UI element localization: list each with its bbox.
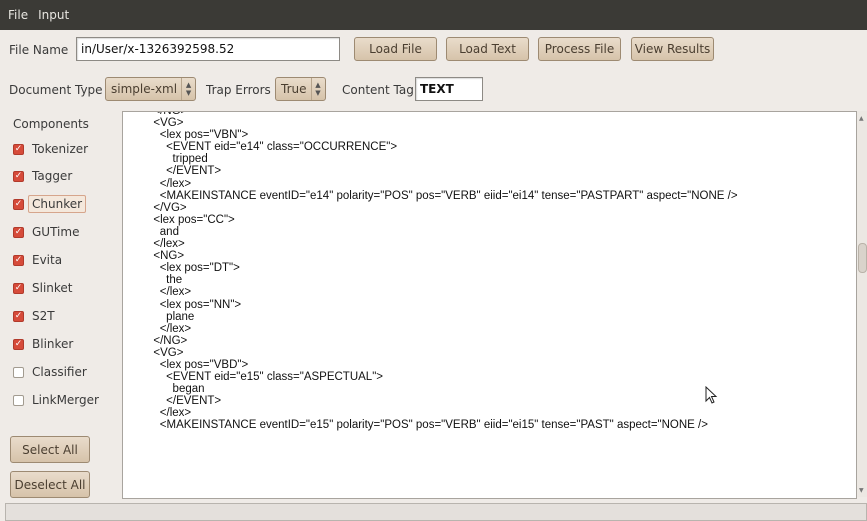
content-tag-value: TEXT [420,82,454,96]
document-type-value: simple-xml [111,82,178,96]
spin-arrows-icon[interactable]: ▲ ▼ [181,78,195,100]
vertical-scrollbar[interactable]: ▲ ▼ [857,111,867,497]
component-tokenizer[interactable]: ✓ Tokenizer [13,139,88,159]
component-label: Chunker [28,195,87,213]
output-text: </NG> <VG> <lex pos="VBN"> <EVENT eid="e… [123,112,856,432]
file-name-input[interactable]: in/User/x-1326392598.52 [76,37,340,61]
component-label: GUTime [32,225,80,239]
load-text-button[interactable]: Load Text [446,37,529,61]
component-label: Slinket [32,281,73,295]
component-label: LinkMerger [32,393,99,407]
scrollbar-thumb[interactable] [858,243,867,273]
checkbox-checked-icon[interactable]: ✓ [13,254,24,266]
output-line: </lex> [147,177,192,190]
trap-errors-label: Trap Errors [206,83,271,97]
file-name-value: in/User/x-1326392598.52 [81,42,235,56]
output-line: <lex pos="VBN"> [147,129,249,142]
output-line: <lex pos="CC"> [147,213,235,226]
content-tag-input[interactable]: TEXT [415,77,483,101]
output-line: <NG> [147,250,185,263]
load-file-button[interactable]: Load File [354,37,437,61]
spin-arrows-icon[interactable]: ▲ ▼ [310,78,325,100]
output-line: <VG> [147,346,184,359]
output-line: and [147,225,179,238]
status-bar [5,503,867,521]
menu-file[interactable]: File [0,8,34,22]
output-line: </lex> [147,286,192,299]
process-file-button[interactable]: Process File [538,37,621,61]
output-text-area[interactable]: </NG> <VG> <lex pos="VBN"> <EVENT eid="e… [122,111,857,499]
output-line: </NG> [147,334,188,347]
checkbox-checked-icon[interactable]: ✓ [13,170,24,182]
component-blinker[interactable]: ✓ Blinker [13,334,73,354]
component-linkmerger[interactable]: LinkMerger [13,390,99,410]
output-line: <EVENT eid="e14" class="OCCURRENCE"> [147,141,398,154]
checkbox-checked-icon[interactable]: ✓ [13,198,24,210]
menu-bar: File Input [0,0,867,30]
file-name-label: File Name [9,43,69,57]
checkbox-unchecked-icon[interactable] [13,394,24,406]
menu-input[interactable]: Input [34,8,75,22]
component-label: Blinker [32,337,74,351]
output-line: <VG> [147,117,184,130]
content-tag-label: Content Tag [342,83,414,97]
output-line: began [147,383,205,396]
scroll-down-icon[interactable]: ▼ [859,487,864,494]
document-type-select[interactable]: simple-xml ▲ ▼ [105,77,197,101]
component-label: Evita [32,253,63,267]
output-line: </EVENT> [147,165,222,178]
output-line: </lex> [147,407,192,420]
deselect-all-button[interactable]: Deselect All [10,471,90,498]
output-line: <lex pos="NN"> [147,298,242,311]
select-all-button[interactable]: Select All [10,436,90,463]
checkbox-checked-icon[interactable]: ✓ [13,143,24,155]
output-line: </EVENT> [147,395,222,408]
component-label: S2T [32,309,55,323]
output-line: </lex> [147,322,192,335]
component-label: Tagger [32,169,73,183]
checkbox-checked-icon[interactable]: ✓ [13,338,24,350]
component-evita[interactable]: ✓ Evita [13,250,62,270]
component-slinket[interactable]: ✓ Slinket [13,278,73,298]
output-line: <MAKEINSTANCE eventID="e14" polarity="PO… [147,189,738,202]
trap-errors-select[interactable]: True ▲ ▼ [275,77,326,101]
view-results-button[interactable]: View Results [631,37,714,61]
checkbox-checked-icon[interactable]: ✓ [13,282,24,294]
output-line: plane [147,310,195,323]
component-chunker[interactable]: ✓ Chunker [13,194,87,214]
component-gutime[interactable]: ✓ GUTime [13,222,79,242]
output-line: tripped [147,153,208,166]
output-line: </lex> [147,238,185,251]
component-classifier[interactable]: Classifier [13,362,87,382]
output-line: the [147,274,183,287]
component-s2t[interactable]: ✓ S2T [13,306,55,326]
output-line: <lex pos="VBD"> [147,358,249,371]
document-type-label: Document Type [9,83,103,97]
output-line: </VG> [147,201,187,214]
scroll-up-icon[interactable]: ▲ [859,115,864,122]
output-line: <EVENT eid="e15" class="ASPECTUAL"> [147,371,384,384]
output-line: <MAKEINSTANCE eventID="e15" polarity="PO… [147,419,708,432]
mouse-pointer-icon [705,386,718,404]
checkbox-checked-icon[interactable]: ✓ [13,310,24,322]
components-title: Components [13,117,89,131]
output-line: <lex pos="DT"> [147,262,240,275]
trap-errors-value: True [281,82,307,96]
component-tagger[interactable]: ✓ Tagger [13,166,72,186]
component-label: Classifier [32,365,87,379]
checkbox-unchecked-icon[interactable] [13,366,24,378]
checkbox-checked-icon[interactable]: ✓ [13,226,24,238]
component-label: Tokenizer [32,142,89,156]
